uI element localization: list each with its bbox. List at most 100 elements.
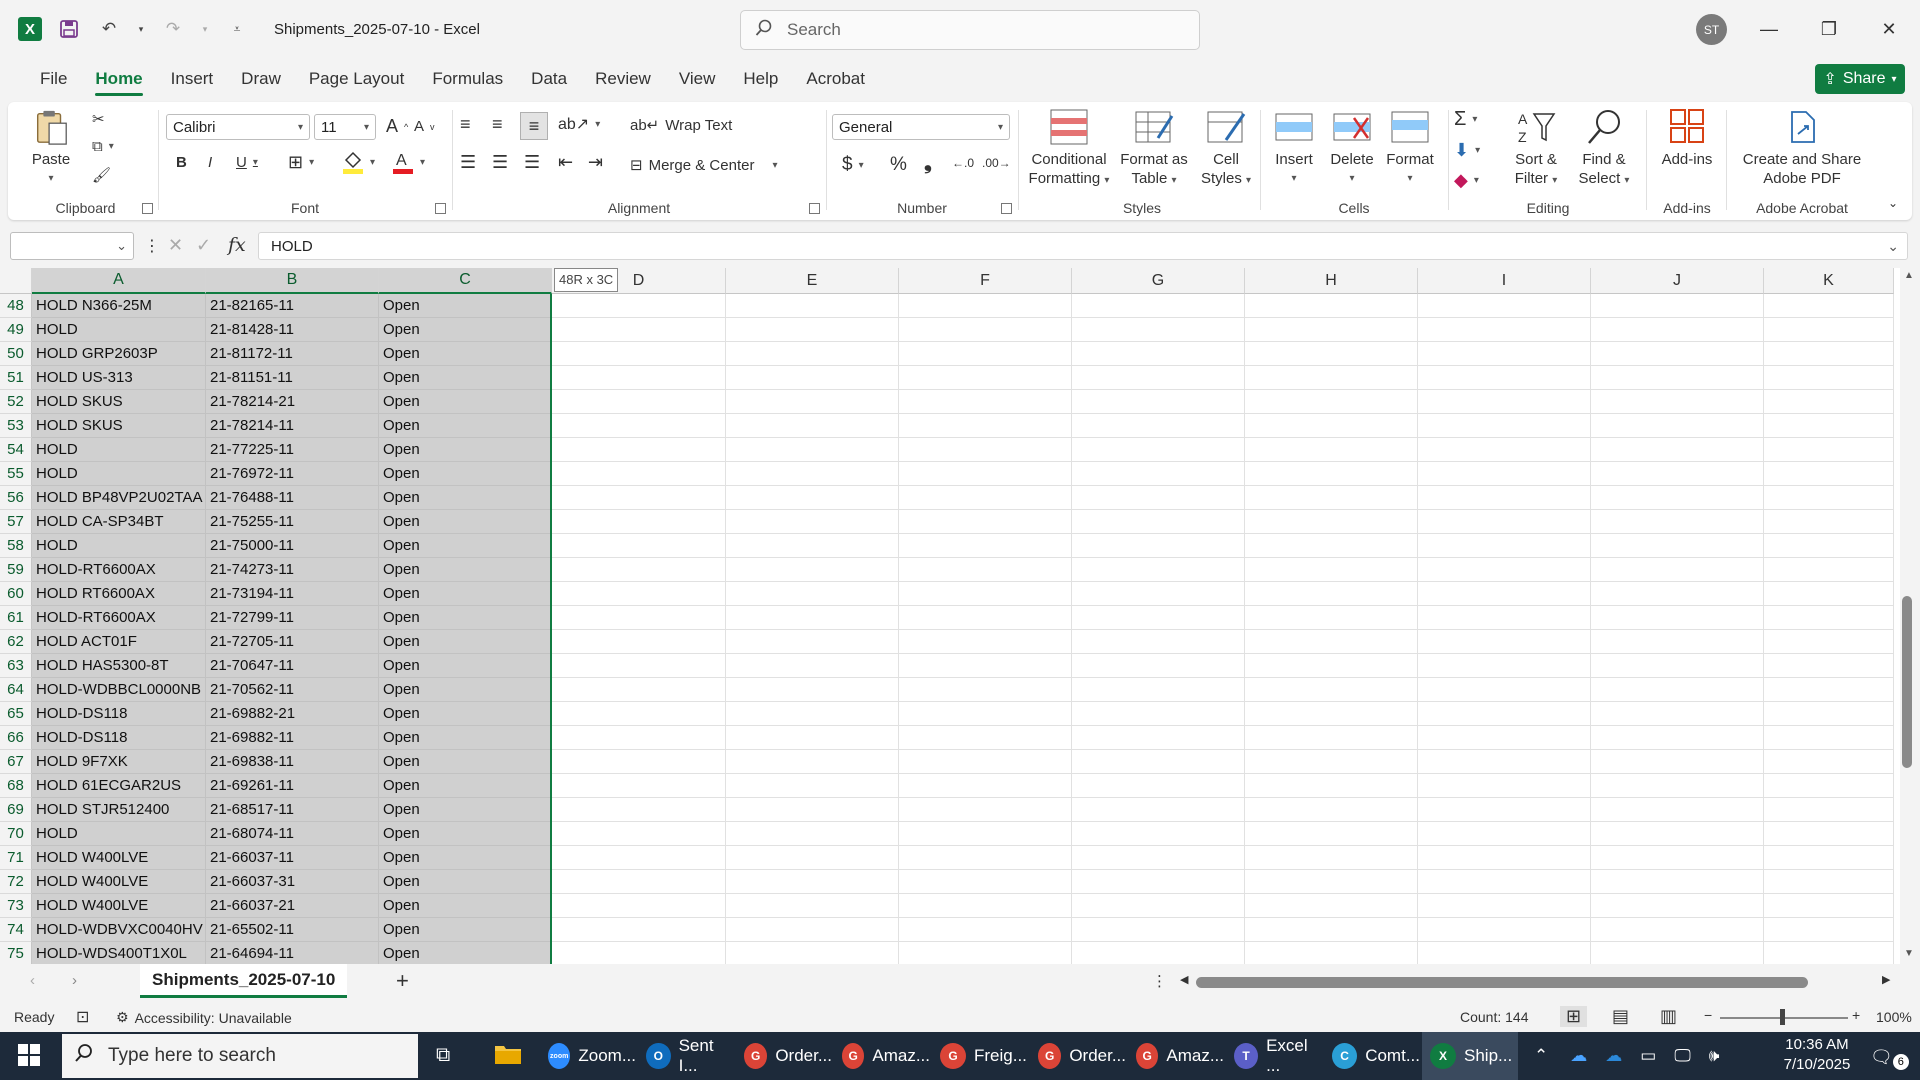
undo-icon[interactable]: ↶: [96, 16, 122, 42]
empty-cell[interactable]: [1591, 798, 1764, 822]
column-header-e[interactable]: E: [726, 268, 899, 294]
empty-cell[interactable]: [1764, 654, 1894, 678]
empty-cell[interactable]: [899, 750, 1072, 774]
zoom-slider-thumb[interactable]: [1780, 1009, 1785, 1025]
empty-cell[interactable]: [726, 366, 899, 390]
empty-cell[interactable]: [1591, 942, 1764, 964]
conditional-formatting-button[interactable]: Conditional Formatting ▾: [1024, 108, 1114, 190]
column-header-g[interactable]: G: [1072, 268, 1245, 294]
insert-function-icon[interactable]: fx: [228, 234, 246, 256]
empty-cell[interactable]: [1591, 510, 1764, 534]
font-family-select[interactable]: Calibri ▾: [166, 114, 310, 140]
cell-a[interactable]: HOLD-DS118: [32, 726, 206, 750]
empty-cell[interactable]: [726, 750, 899, 774]
column-header-i[interactable]: I: [1418, 268, 1591, 294]
cell-a[interactable]: HOLD-WDBBCL0000NB: [32, 678, 206, 702]
empty-cell[interactable]: [726, 702, 899, 726]
empty-cell[interactable]: [726, 918, 899, 942]
empty-cell[interactable]: [726, 390, 899, 414]
empty-cell[interactable]: [1072, 774, 1245, 798]
font-dialog-launcher-icon[interactable]: [435, 203, 446, 214]
cell-b[interactable]: 21-66037-21: [206, 894, 379, 918]
onedrive-business-icon[interactable]: ☁: [1605, 1046, 1622, 1066]
empty-cell[interactable]: [1418, 390, 1591, 414]
merge-center-button[interactable]: ⊟ Merge & Center ▾: [630, 156, 778, 175]
cell-b[interactable]: 21-66037-11: [206, 846, 379, 870]
taskbar-app[interactable]: G Amaz...: [834, 1032, 930, 1080]
increase-decimal-icon[interactable]: ←.0: [952, 156, 974, 170]
cell-c[interactable]: Open: [379, 630, 552, 654]
align-top-icon[interactable]: ≡: [460, 114, 471, 135]
increase-font-icon[interactable]: A ^: [386, 116, 408, 137]
row-header[interactable]: 51: [0, 366, 32, 390]
currency-icon[interactable]: $ ▾: [842, 154, 864, 176]
clock[interactable]: 10:36 AM 7/10/2025: [1772, 1035, 1862, 1075]
cell-c[interactable]: Open: [379, 870, 552, 894]
cell-b[interactable]: 21-72705-11: [206, 630, 379, 654]
row-header[interactable]: 70: [0, 822, 32, 846]
row-header[interactable]: 62: [0, 630, 32, 654]
empty-cell[interactable]: [552, 846, 726, 870]
cell-b[interactable]: 21-81428-11: [206, 318, 379, 342]
zoom-level[interactable]: 100%: [1876, 1009, 1912, 1025]
next-sheet-icon[interactable]: ›: [72, 972, 77, 989]
empty-cell[interactable]: [1764, 894, 1894, 918]
empty-cell[interactable]: [552, 366, 726, 390]
name-box[interactable]: ⌄: [10, 232, 134, 260]
cell-a[interactable]: HOLD-WDBVXC0040HV: [32, 918, 206, 942]
minimize-icon[interactable]: —: [1752, 12, 1786, 46]
empty-cell[interactable]: [1591, 294, 1764, 318]
empty-cell[interactable]: [1591, 342, 1764, 366]
align-middle-icon[interactable]: ≡: [492, 114, 503, 135]
column-header-a[interactable]: A: [32, 268, 206, 294]
cell-b[interactable]: 21-81151-11: [206, 366, 379, 390]
empty-cell[interactable]: [1418, 462, 1591, 486]
empty-cell[interactable]: [1591, 462, 1764, 486]
tab-page-layout[interactable]: Page Layout: [295, 58, 418, 100]
empty-cell[interactable]: [726, 942, 899, 964]
notifications-icon[interactable]: 🗨 6: [1870, 1044, 1909, 1070]
empty-cell[interactable]: [899, 510, 1072, 534]
column-header-k[interactable]: K: [1764, 268, 1894, 294]
empty-cell[interactable]: [726, 822, 899, 846]
cell-c[interactable]: Open: [379, 750, 552, 774]
empty-cell[interactable]: [1418, 942, 1591, 964]
taskbar-app[interactable]: O Sent I...: [638, 1032, 734, 1080]
empty-cell[interactable]: [726, 342, 899, 366]
row-header[interactable]: 65: [0, 702, 32, 726]
empty-cell[interactable]: [1591, 870, 1764, 894]
empty-cell[interactable]: [1245, 294, 1418, 318]
cell-c[interactable]: Open: [379, 462, 552, 486]
empty-cell[interactable]: [899, 294, 1072, 318]
empty-cell[interactable]: [1418, 894, 1591, 918]
clear-icon[interactable]: ◆ ▾: [1454, 170, 1479, 191]
empty-cell[interactable]: [1418, 750, 1591, 774]
cell-b[interactable]: 21-77225-11: [206, 438, 379, 462]
cell-a[interactable]: HOLD: [32, 534, 206, 558]
empty-cell[interactable]: [726, 294, 899, 318]
select-all-corner[interactable]: [0, 268, 32, 294]
empty-cell[interactable]: [1591, 918, 1764, 942]
empty-cell[interactable]: [1072, 390, 1245, 414]
taskbar-app[interactable]: T Excel ...: [1226, 1032, 1322, 1080]
customize-toolbar-icon[interactable]: ⩡: [224, 16, 250, 42]
empty-cell[interactable]: [1764, 462, 1894, 486]
empty-cell[interactable]: [552, 750, 726, 774]
align-bottom-icon[interactable]: ≡: [520, 112, 548, 140]
empty-cell[interactable]: [1764, 390, 1894, 414]
percent-icon[interactable]: %: [890, 154, 907, 176]
addins-button[interactable]: Add-ins: [1656, 108, 1718, 169]
empty-cell[interactable]: [1418, 774, 1591, 798]
empty-cell[interactable]: [1764, 798, 1894, 822]
empty-cell[interactable]: [552, 678, 726, 702]
empty-cell[interactable]: [1764, 486, 1894, 510]
cell-c[interactable]: Open: [379, 294, 552, 318]
scroll-right-icon[interactable]: ▶: [1882, 973, 1890, 986]
empty-cell[interactable]: [1591, 438, 1764, 462]
empty-cell[interactable]: [899, 846, 1072, 870]
empty-cell[interactable]: [1418, 606, 1591, 630]
empty-cell[interactable]: [1245, 726, 1418, 750]
empty-cell[interactable]: [1591, 822, 1764, 846]
taskbar-search[interactable]: Type here to search: [62, 1034, 418, 1078]
cell-a[interactable]: HOLD: [32, 462, 206, 486]
